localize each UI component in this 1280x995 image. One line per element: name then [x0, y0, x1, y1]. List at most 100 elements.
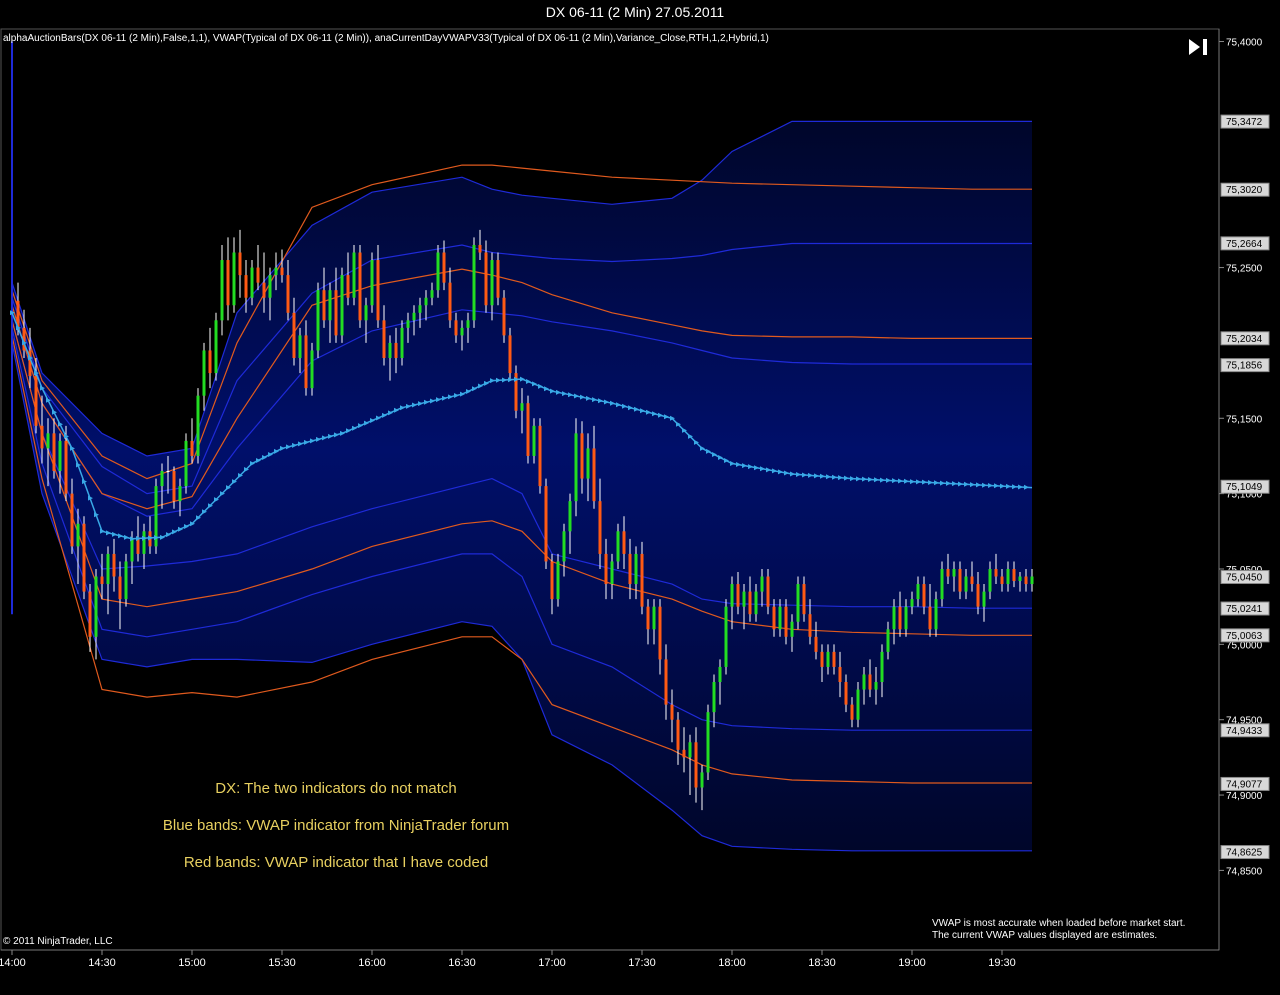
- candle-body: [592, 448, 596, 502]
- candle-body: [358, 252, 362, 321]
- candle-body: [1030, 576, 1034, 585]
- candle-body: [706, 712, 710, 773]
- time-axis: 14:00 14:30 15:00 15:30 16:00 16:30 17:00 17:30…: [0, 950, 1016, 969]
- price-tag-label: 75,0063: [1226, 631, 1263, 642]
- candle-body: [298, 335, 302, 358]
- candle-body: [724, 606, 728, 667]
- candle-body: [364, 305, 368, 321]
- price-tag-label: 75,1856: [1226, 361, 1263, 372]
- price-tag-label: 75,3020: [1226, 185, 1263, 196]
- candle-body: [376, 260, 380, 321]
- candle-body: [292, 312, 296, 358]
- candle-body: [862, 674, 866, 690]
- price-tag-label: 74,8625: [1226, 848, 1263, 859]
- candle-body: [1018, 576, 1022, 582]
- candle-body: [952, 568, 956, 577]
- price-tick-label: 75,4000: [1226, 38, 1263, 49]
- candle-body: [982, 591, 986, 607]
- candle-body: [310, 350, 314, 389]
- candle-body: [64, 440, 68, 494]
- candle-body: [136, 538, 140, 554]
- candle-body: [616, 531, 620, 562]
- candle-body: [262, 282, 266, 298]
- candle-body: [820, 651, 824, 667]
- candle-body: [586, 448, 590, 479]
- candle-body: [904, 606, 908, 630]
- candle-body: [538, 425, 542, 487]
- candle-body: [796, 584, 800, 622]
- candle-body: [190, 440, 194, 456]
- candle-body: [574, 433, 578, 502]
- candle-body: [652, 606, 656, 630]
- candle-body: [670, 704, 674, 720]
- price-tag-label: 75,2034: [1226, 334, 1263, 345]
- candle-body: [388, 342, 392, 358]
- price-tag-label: 75,1049: [1226, 482, 1263, 493]
- candlestick-chart: 14:00 14:30 15:00 15:30 16:00 16:30 17:00 17:30…: [0, 28, 1270, 969]
- jump-to-end-button[interactable]: [1186, 36, 1212, 60]
- chart-title: DX 06-11 (2 Min) 27.05.2011: [545, 4, 725, 20]
- candle-body: [868, 674, 872, 690]
- candle-body: [556, 561, 560, 600]
- candle-body: [682, 749, 686, 758]
- candle-body: [76, 523, 80, 547]
- disclaimer-line-2: The current VWAP values displayed are es…: [932, 930, 1158, 941]
- candle-body: [916, 584, 920, 600]
- candle-body: [46, 433, 50, 449]
- candle-body: [790, 621, 794, 637]
- candle-body: [340, 275, 344, 336]
- candle-body: [412, 312, 416, 321]
- candle-body: [106, 553, 110, 585]
- candle-body: [460, 327, 464, 336]
- candle-body: [166, 471, 170, 473]
- candle-body: [94, 576, 98, 637]
- band-fill: [12, 121, 1032, 851]
- price-axis: 75,400075,250075,150075,100075,050075,00…: [1219, 38, 1263, 877]
- time-tick-label: 19:30: [988, 957, 1016, 969]
- candle-body: [82, 523, 86, 592]
- candle-body: [946, 568, 950, 577]
- candle-body: [532, 425, 536, 456]
- candle-body: [700, 772, 704, 788]
- candle-body: [256, 267, 260, 283]
- candle-body: [676, 719, 680, 750]
- candle-body: [448, 282, 452, 321]
- candle-body: [472, 244, 476, 321]
- candle-body: [406, 320, 410, 328]
- candle-body: [694, 742, 698, 788]
- candle-body: [70, 493, 74, 547]
- candle-body: [244, 275, 248, 298]
- candle-body: [160, 471, 164, 487]
- candle-body: [598, 501, 602, 554]
- candle-body: [664, 659, 668, 705]
- candle-body: [640, 553, 644, 607]
- price-tick-label: 74,9000: [1226, 791, 1263, 802]
- candle-body: [130, 538, 134, 562]
- candle-body: [886, 629, 890, 652]
- play-end-icon: [1189, 39, 1207, 55]
- candle-body: [958, 568, 962, 592]
- price-tag-label: 75,0450: [1226, 573, 1263, 584]
- candle-body: [922, 584, 926, 607]
- candle-body: [490, 260, 494, 306]
- candle-body: [628, 553, 632, 585]
- candle-body: [688, 742, 692, 758]
- candle-body: [112, 553, 116, 577]
- candle-body: [100, 576, 104, 585]
- time-tick-label: 14:00: [0, 957, 26, 969]
- time-tick-label: 17:00: [538, 957, 566, 969]
- candle-body: [856, 689, 860, 720]
- candle-body: [322, 290, 326, 321]
- candle-body: [274, 267, 278, 276]
- candle-body: [814, 636, 818, 652]
- candle-body: [280, 267, 284, 276]
- candle-body: [40, 425, 44, 449]
- candle-body: [568, 501, 572, 532]
- candle-body: [778, 606, 782, 630]
- candle-body: [826, 651, 830, 667]
- candle-body: [1012, 568, 1016, 582]
- candle-body: [238, 252, 242, 276]
- disclaimer-line-1: VWAP is most accurate when loaded before…: [932, 918, 1186, 929]
- candle-body: [754, 591, 758, 615]
- candle-body: [910, 599, 914, 607]
